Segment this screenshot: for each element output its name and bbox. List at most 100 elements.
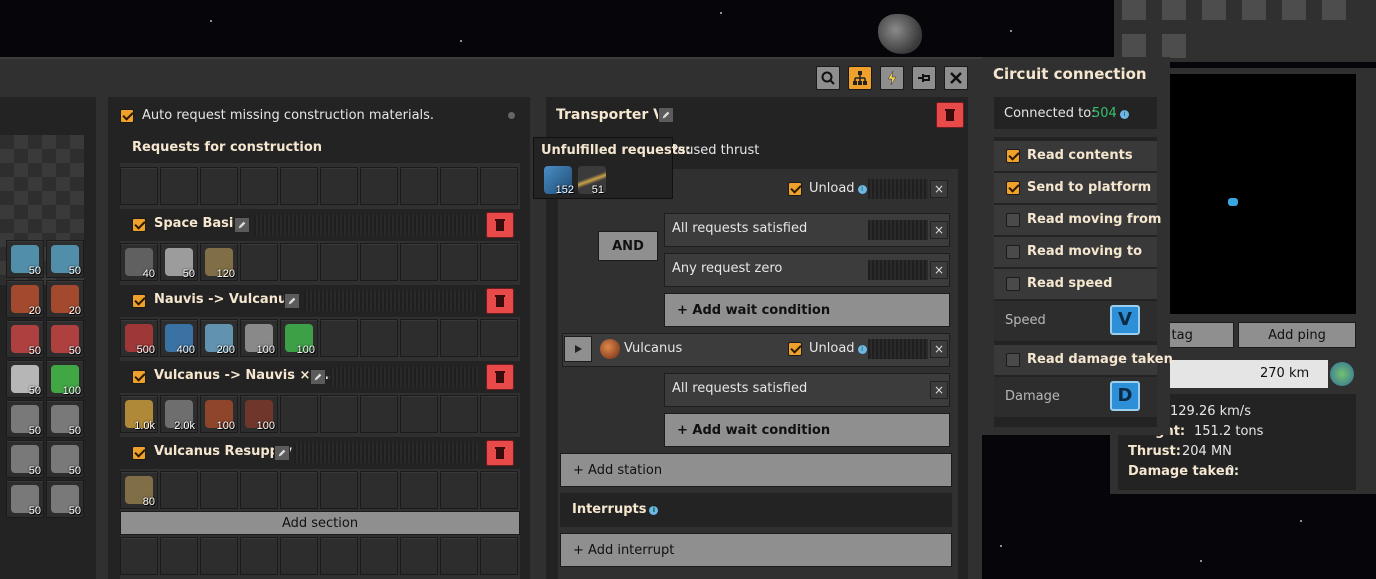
train-icon[interactable] xyxy=(1282,0,1306,20)
edit-section-button[interactable] xyxy=(284,293,300,309)
request-slot[interactable] xyxy=(200,537,238,575)
request-slot[interactable] xyxy=(240,471,278,509)
request-slot[interactable]: 50 xyxy=(160,243,198,281)
request-slot[interactable] xyxy=(440,243,478,281)
remove-condition-2-button[interactable]: × xyxy=(930,261,948,279)
auto-request-checkbox[interactable] xyxy=(120,109,134,123)
request-slot[interactable] xyxy=(240,167,278,205)
request-slot[interactable] xyxy=(200,471,238,509)
circuit-option-checkbox[interactable] xyxy=(1006,181,1020,195)
request-slot[interactable]: 1.0k xyxy=(120,395,158,433)
request-slot[interactable] xyxy=(160,537,198,575)
circuit-option-row[interactable]: Send to platform xyxy=(994,173,1157,203)
inventory-slot[interactable]: 50 xyxy=(46,440,84,478)
request-slot[interactable]: 100 xyxy=(240,319,278,357)
request-slot[interactable]: 100 xyxy=(240,395,278,433)
request-slot[interactable] xyxy=(200,167,238,205)
inventory-slot[interactable]: 50 xyxy=(46,480,84,518)
request-slot[interactable] xyxy=(440,537,478,575)
request-slot[interactable] xyxy=(320,319,358,357)
request-slot[interactable] xyxy=(320,243,358,281)
circuit-option-row[interactable]: Read moving to xyxy=(994,237,1157,267)
inventory-slot[interactable]: 50 xyxy=(46,320,84,358)
inventory-slot[interactable]: 50 xyxy=(6,440,44,478)
rename-button[interactable] xyxy=(658,107,674,123)
inventory-slot[interactable]: 50 xyxy=(46,400,84,438)
remove-condition-1-button[interactable]: × xyxy=(930,221,948,239)
request-slot[interactable]: 400 xyxy=(160,319,198,357)
request-slot[interactable] xyxy=(480,471,518,509)
achievements-icon[interactable] xyxy=(1122,0,1146,20)
request-slot[interactable] xyxy=(160,471,198,509)
request-slot[interactable] xyxy=(280,243,318,281)
graduation-icon[interactable] xyxy=(1122,34,1146,58)
request-slot[interactable] xyxy=(280,167,318,205)
request-slot[interactable] xyxy=(440,319,478,357)
tech-icon[interactable] xyxy=(1202,0,1226,20)
request-slot[interactable] xyxy=(120,537,158,575)
circuit-option-row[interactable]: Read speed xyxy=(994,269,1157,299)
unload-checkbox-2[interactable] xyxy=(788,342,802,356)
request-slot[interactable] xyxy=(360,167,398,205)
inventory-slot[interactable]: 50 xyxy=(6,240,44,278)
unload-checkbox-1[interactable] xyxy=(788,182,802,196)
circuit-option-checkbox[interactable] xyxy=(1006,353,1020,367)
inventory-slot[interactable]: 50 xyxy=(6,320,44,358)
inventory-slot[interactable]: 20 xyxy=(46,280,84,318)
request-slot[interactable] xyxy=(320,537,358,575)
request-slot[interactable]: 80 xyxy=(120,471,158,509)
and-button[interactable]: AND xyxy=(598,231,658,261)
circuit-option-checkbox[interactable] xyxy=(1006,213,1020,227)
remove-station-1-button[interactable]: × xyxy=(930,180,948,198)
edit-section-button[interactable] xyxy=(274,445,290,461)
edit-section-button[interactable] xyxy=(310,369,326,385)
add-interrupt-button[interactable]: + Add interrupt xyxy=(560,533,952,567)
request-slot[interactable] xyxy=(480,395,518,433)
request-slot[interactable] xyxy=(360,537,398,575)
request-slot[interactable] xyxy=(280,537,318,575)
request-slot[interactable] xyxy=(280,471,318,509)
section-checkbox[interactable] xyxy=(132,294,146,308)
request-slot[interactable] xyxy=(480,243,518,281)
request-slot[interactable] xyxy=(360,395,398,433)
add-section-button[interactable]: Add section xyxy=(120,511,520,535)
request-slot[interactable] xyxy=(120,167,158,205)
circuit-option-row[interactable]: Read contents xyxy=(994,141,1157,171)
request-slot[interactable] xyxy=(440,167,478,205)
section-checkbox[interactable] xyxy=(132,218,146,232)
remote-icon[interactable] xyxy=(1162,34,1186,58)
remove-station-2-button[interactable]: × xyxy=(930,340,948,358)
inventory-slot[interactable]: 50 xyxy=(46,240,84,278)
request-slot[interactable]: 2.0k xyxy=(160,395,198,433)
power-button[interactable] xyxy=(880,66,904,90)
request-slot[interactable] xyxy=(320,395,358,433)
request-slot[interactable] xyxy=(440,471,478,509)
request-slot[interactable] xyxy=(240,537,278,575)
close-button[interactable] xyxy=(944,66,968,90)
circuit-option-row[interactable]: Read moving from xyxy=(994,205,1161,235)
network-button[interactable] xyxy=(848,66,872,90)
delete-section-button[interactable] xyxy=(486,288,514,314)
add-wait-condition-button-1[interactable]: + Add wait condition xyxy=(664,293,950,327)
request-slot[interactable] xyxy=(440,395,478,433)
circuit-option-checkbox[interactable] xyxy=(1006,149,1020,163)
request-slot[interactable] xyxy=(400,471,438,509)
request-slot[interactable] xyxy=(360,471,398,509)
add-station-button[interactable]: + Add station xyxy=(560,453,952,487)
remove-condition-3-button[interactable]: × xyxy=(930,381,948,399)
delete-section-button[interactable] xyxy=(486,212,514,238)
request-slot[interactable] xyxy=(480,319,518,357)
trophy-icon[interactable] xyxy=(1322,0,1346,20)
add-wait-condition-button-2[interactable]: + Add wait condition xyxy=(664,413,950,447)
add-ping-button[interactable]: Add ping xyxy=(1238,322,1356,348)
request-slot[interactable]: 100 xyxy=(200,395,238,433)
request-slot[interactable]: 500 xyxy=(120,319,158,357)
request-slot[interactable]: 120 xyxy=(200,243,238,281)
request-slot[interactable] xyxy=(280,395,318,433)
factoriopedia-icon[interactable] xyxy=(1242,0,1266,20)
pin-button[interactable] xyxy=(912,66,936,90)
section-checkbox[interactable] xyxy=(132,370,146,384)
request-slot[interactable] xyxy=(480,167,518,205)
delete-section-button[interactable] xyxy=(486,364,514,390)
request-slot[interactable] xyxy=(400,537,438,575)
